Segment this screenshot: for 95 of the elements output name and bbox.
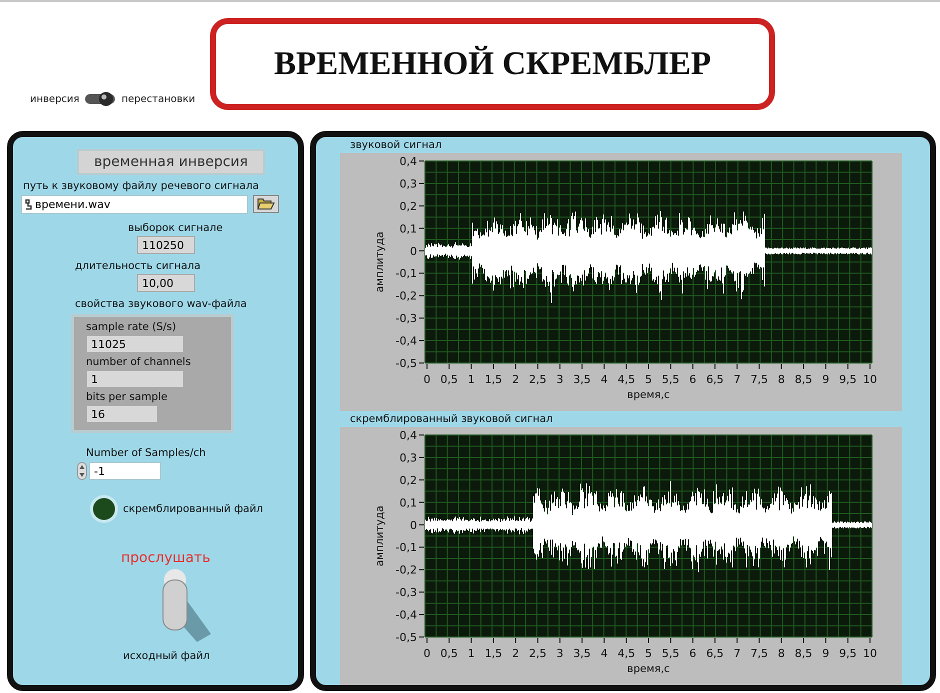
x-tick-label: 3,5	[573, 373, 591, 386]
x-axis-label: время,с	[627, 663, 670, 675]
x-tick-label: 0	[424, 647, 430, 660]
x-tick-label: 9,5	[839, 373, 857, 386]
play-label: прослушать	[121, 550, 210, 566]
graph-title: скремблированный звуковой сигнал	[350, 413, 553, 425]
graph-title: звуковой сигнал	[350, 139, 442, 151]
x-tick-label: 2	[512, 647, 520, 660]
x-tick-label: 5	[645, 647, 652, 660]
original-file-label: исходный файл	[123, 650, 210, 662]
x-tick-label: 8,5	[794, 647, 812, 660]
mode-display: временная инверсия	[77, 149, 265, 175]
x-tick-label: 2,5	[529, 647, 546, 660]
x-tick-label: 9	[822, 373, 830, 386]
title-banner: ВРЕМЕННОЙ СКРЕМБЛЕР	[210, 18, 775, 110]
duration-label: длительность сигнала	[75, 260, 201, 272]
x-tick-label: 1	[468, 373, 475, 386]
folder-icon	[257, 198, 275, 210]
led-label: скремблированный файл	[123, 503, 264, 515]
x-tick-label: 5,5	[662, 373, 680, 386]
path-field[interactable]: времени.wav	[21, 195, 248, 214]
y-tick-label: -0,2	[396, 290, 417, 303]
x-tick-label: 3,5	[573, 647, 591, 660]
x-tick-label: 4,5	[618, 647, 636, 660]
y-tick-label: -0,5	[396, 357, 417, 370]
samples-value: 110250	[137, 236, 195, 254]
y-tick-label: -0,1	[396, 267, 417, 280]
x-tick-label: 4,5	[618, 373, 636, 386]
y-tick-label: -0,2	[396, 564, 417, 577]
y-axis-label: амплитуда	[374, 506, 386, 566]
x-tick-label: 7	[734, 647, 741, 660]
y-tick-label: -0,4	[396, 608, 417, 622]
x-tick-label: 8,5	[794, 373, 812, 386]
x-tick-label: 10	[863, 373, 877, 386]
x-tick-label: 4	[600, 647, 608, 660]
x-tick-label: 3	[556, 373, 564, 386]
toggle-switch[interactable]	[83, 90, 118, 108]
y-tick-label: 0,2	[400, 474, 417, 487]
y-tick-label: 0,2	[400, 200, 417, 213]
y-tick-label: 0,3	[400, 177, 417, 190]
x-tick-label: 0,5	[440, 647, 458, 660]
path-icon	[25, 199, 32, 210]
x-tick-label: 4	[600, 373, 608, 386]
x-tick-label: 10	[863, 647, 877, 660]
x-tick-label: 8	[778, 373, 785, 386]
switch-label: перестановки	[121, 94, 196, 104]
x-tick-label: 6	[689, 647, 696, 660]
y-tick-label: 0,3	[400, 451, 417, 464]
x-tick-label: 3	[556, 647, 564, 660]
x-tick-label: 7	[734, 373, 741, 386]
y-tick-label: 0,1	[400, 222, 417, 236]
x-tick-label: 0,5	[440, 373, 458, 386]
x-tick-label: 8	[778, 647, 785, 660]
spinner-icon[interactable]	[77, 462, 87, 480]
property-value: 11025	[86, 335, 184, 353]
y-tick-label: 0	[410, 518, 417, 532]
property-label: number of channels	[86, 356, 191, 368]
x-tick-label: 6,5	[706, 647, 724, 660]
y-tick-label: 0,4	[400, 155, 417, 168]
x-tick-label: 2	[512, 373, 520, 386]
x-axis-label: время,с	[627, 389, 670, 401]
number-field[interactable]: -1	[89, 462, 161, 480]
y-tick-label: 0,1	[400, 496, 417, 510]
x-tick-label: 5	[645, 373, 652, 386]
x-tick-label: 1	[468, 647, 475, 660]
x-tick-label: 6	[689, 373, 696, 386]
y-tick-label: 0	[410, 244, 417, 258]
y-tick-label: 0,4	[400, 429, 417, 442]
x-tick-label: 7,5	[750, 647, 768, 660]
y-tick-label: -0,3	[396, 312, 417, 326]
browse-button[interactable]	[253, 195, 279, 213]
x-tick-label: 6,5	[706, 373, 724, 386]
x-tick-label: 2,5	[529, 373, 546, 386]
y-axis-label: амплитуда	[374, 232, 386, 292]
x-tick-label: 9,5	[839, 647, 857, 660]
y-tick-label: -0,4	[396, 334, 417, 348]
y-tick-label: -0,5	[396, 631, 417, 644]
x-tick-label: 5,5	[662, 647, 680, 660]
property-label: sample rate (S/s)	[86, 321, 176, 333]
x-tick-label: 7,5	[750, 373, 768, 386]
y-tick-label: -0,3	[396, 586, 417, 600]
samples-label: выборок сигнале	[128, 222, 223, 234]
x-tick-label: 1,5	[484, 647, 502, 660]
property-label: bits per sample	[86, 391, 168, 403]
switch-label: инверсия	[30, 94, 80, 104]
duration-value: 10,00	[137, 274, 195, 292]
x-tick-label: 0	[424, 373, 430, 386]
samples-per-channel-label: Number of Samples/ch	[86, 447, 206, 459]
property-value: 16	[86, 405, 158, 423]
path-label: путь к звуковому файлу речевого сигнала	[23, 180, 259, 192]
wav-properties-label: свойства звукового wav-файла	[75, 298, 247, 310]
x-tick-label: 1,5	[484, 373, 502, 386]
property-value: 1	[86, 370, 184, 388]
x-tick-label: 9	[822, 647, 830, 660]
y-tick-label: -0,1	[396, 541, 417, 554]
